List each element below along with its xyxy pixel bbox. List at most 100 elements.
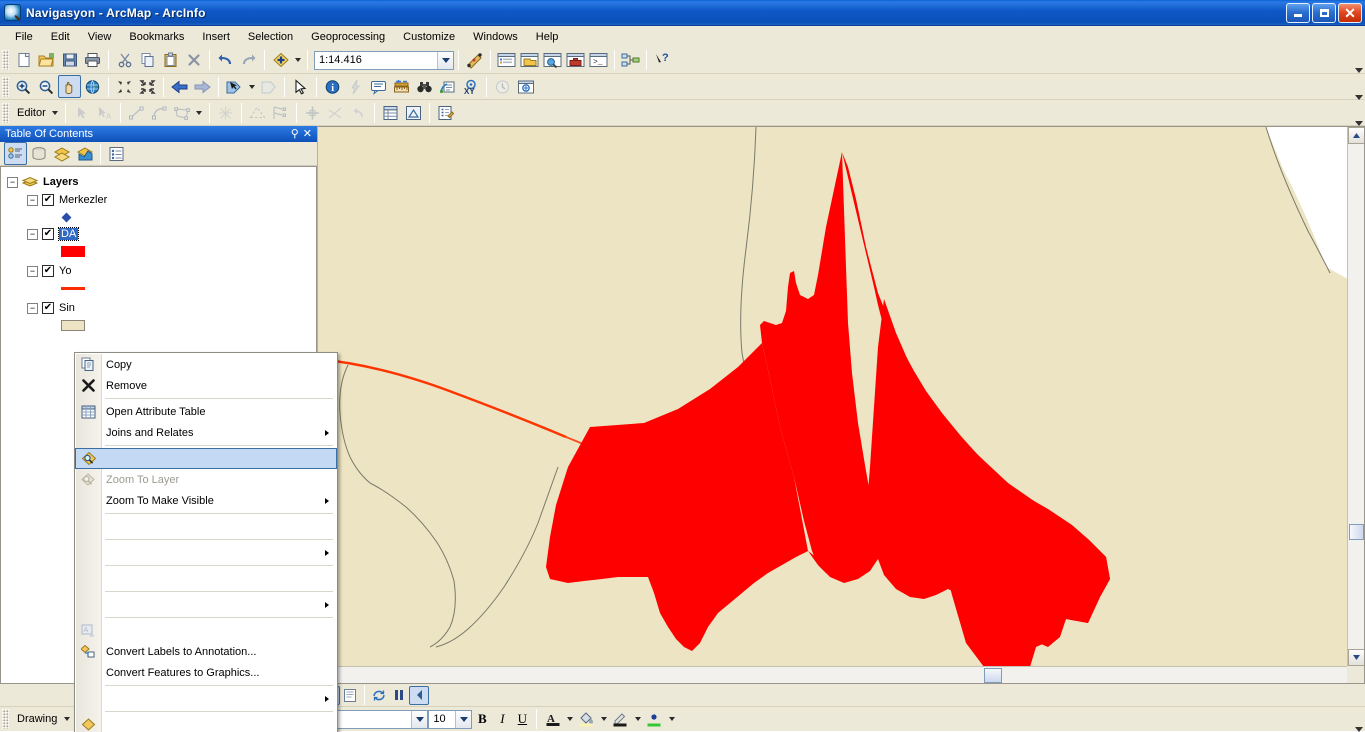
context-menu-item-use-symbol-levels[interactable] (75, 516, 337, 537)
map-scale-dropdown-arrow[interactable] (437, 51, 453, 69)
pushpin-icon[interactable]: ⚲ (291, 128, 299, 140)
undo-icon[interactable] (214, 49, 237, 72)
find-route-icon[interactable] (436, 75, 459, 98)
menu-windows[interactable]: Windows (464, 28, 527, 46)
marker-color-icon[interactable] (643, 708, 666, 731)
editor-toolbar-icon[interactable] (463, 49, 486, 72)
go-forward-extent-icon[interactable] (191, 75, 214, 98)
menu-customize[interactable]: Customize (394, 28, 464, 46)
select-features-dropdown-arrow[interactable] (246, 75, 257, 98)
editor-menu-label[interactable]: Editor (12, 107, 50, 119)
select-elements-icon[interactable] (289, 75, 312, 98)
back-arrow-icon[interactable] (409, 685, 429, 705)
trace-icon[interactable] (324, 101, 347, 124)
italic-button[interactable]: I (492, 709, 512, 729)
toc-root-layers[interactable]: − Layers (1, 173, 316, 191)
context-menu-item-convert-symbology-to-representation[interactable]: Convert Features to Graphics... (75, 662, 337, 683)
close-button[interactable]: ✕ (1338, 2, 1362, 23)
open-folder-icon[interactable] (35, 49, 58, 72)
map-canvas[interactable] (318, 127, 1347, 666)
straight-segment-icon[interactable] (125, 101, 148, 124)
list-by-selection-icon[interactable] (73, 142, 96, 165)
layer-context-menu[interactable]: Copy Remove Open Attribute Table Joins a… (74, 352, 338, 732)
toc-layer-yo[interactable]: − Yo (1, 262, 316, 280)
new-document-icon[interactable] (12, 49, 35, 72)
save-icon[interactable] (58, 49, 81, 72)
scroll-thumb-vertical[interactable] (1349, 524, 1364, 540)
context-menu-item-selection[interactable] (75, 542, 337, 563)
context-menu-item-zoom-to-layer[interactable] (75, 448, 337, 469)
arctoolbox-icon[interactable] (564, 49, 587, 72)
editor-dropdown-arrow[interactable] (50, 101, 61, 124)
context-menu-item-save-as-layer-file[interactable] (75, 714, 337, 732)
fixed-zoom-in-icon[interactable] (113, 75, 136, 98)
layer-visibility-checkbox[interactable] (42, 228, 54, 240)
go-back-extent-icon[interactable] (168, 75, 191, 98)
font-color-icon[interactable]: A (541, 708, 564, 731)
map-view[interactable] (318, 126, 1365, 684)
line-color-icon[interactable] (609, 708, 632, 731)
menu-edit[interactable]: Edit (42, 28, 79, 46)
expander-icon[interactable]: − (27, 265, 38, 277)
menu-selection[interactable]: Selection (239, 28, 302, 46)
toolbar-overflow-button[interactable] (1352, 45, 1365, 75)
measure-icon[interactable] (390, 75, 413, 98)
hyperlink-icon[interactable] (344, 75, 367, 98)
context-menu-item-data[interactable] (75, 688, 337, 709)
expander-icon[interactable]: − (7, 176, 18, 188)
python-window-icon[interactable]: >_ (587, 49, 610, 72)
menu-file[interactable]: File (6, 28, 42, 46)
list-by-drawing-order-icon[interactable] (4, 142, 27, 165)
edit-vertices-icon[interactable] (171, 101, 194, 124)
expander-icon[interactable]: − (27, 194, 38, 206)
toolbar-grip[interactable] (2, 50, 9, 70)
context-menu-item-open-attribute-table[interactable]: Open Attribute Table (75, 401, 337, 422)
edit-annotation-icon[interactable]: A (93, 101, 116, 124)
expander-icon[interactable]: − (27, 228, 38, 240)
refresh-icon[interactable] (369, 686, 389, 705)
go-to-xy-icon[interactable]: XY (459, 75, 482, 98)
menu-geoprocessing[interactable]: Geoprocessing (302, 28, 394, 46)
delete-x-icon[interactable] (182, 49, 205, 72)
layer-visibility-checkbox[interactable] (42, 194, 54, 206)
map-vertical-scrollbar[interactable] (1347, 127, 1364, 666)
undo-edit-icon[interactable] (347, 101, 370, 124)
find-binoculars-icon[interactable] (413, 75, 436, 98)
catalog-icon[interactable] (518, 49, 541, 72)
table-of-contents-icon[interactable] (495, 49, 518, 72)
time-slider-icon[interactable] (491, 75, 514, 98)
edit-vertices-dropdown-arrow[interactable] (194, 101, 205, 124)
whats-this-help-icon[interactable]: ? (651, 49, 674, 72)
full-extent-globe-icon[interactable] (81, 75, 104, 98)
expander-icon[interactable]: − (27, 302, 38, 314)
layer-visibility-checkbox[interactable] (42, 302, 54, 314)
menu-bookmarks[interactable]: Bookmarks (120, 28, 193, 46)
scroll-down-button[interactable] (1348, 649, 1364, 666)
copy-icon[interactable] (136, 49, 159, 72)
menu-view[interactable]: View (79, 28, 121, 46)
toolbar-grip[interactable] (2, 102, 9, 123)
underline-button[interactable]: U (512, 709, 532, 729)
drawing-menu-label[interactable]: Drawing (12, 713, 61, 725)
drawing-dropdown-arrow[interactable] (61, 708, 72, 731)
minimize-button[interactable] (1286, 2, 1310, 23)
create-viewer-window-icon[interactable] (514, 75, 537, 98)
reshape-feature-icon[interactable] (214, 101, 237, 124)
paste-icon[interactable] (159, 49, 182, 72)
font-size-combo[interactable]: 10 (428, 709, 473, 729)
map-horizontal-scrollbar[interactable] (318, 666, 1347, 683)
line-color-dropdown-arrow[interactable] (632, 708, 643, 731)
toc-layer-sin[interactable]: − Sin (1, 299, 316, 317)
layout-view-icon[interactable] (340, 686, 360, 705)
split-tool-icon[interactable] (269, 101, 292, 124)
context-menu-item-copy[interactable]: Copy (75, 354, 337, 375)
search-icon[interactable] (541, 49, 564, 72)
options-icon[interactable] (105, 142, 128, 165)
cut-polygons-icon[interactable] (246, 101, 269, 124)
toolbar-overflow-button[interactable] (1352, 704, 1365, 732)
rotate-icon[interactable] (301, 101, 324, 124)
close-icon[interactable]: ✕ (303, 128, 312, 140)
edit-tool-icon[interactable] (70, 101, 93, 124)
zoom-out-icon[interactable] (35, 75, 58, 98)
menu-help[interactable]: Help (527, 28, 568, 46)
